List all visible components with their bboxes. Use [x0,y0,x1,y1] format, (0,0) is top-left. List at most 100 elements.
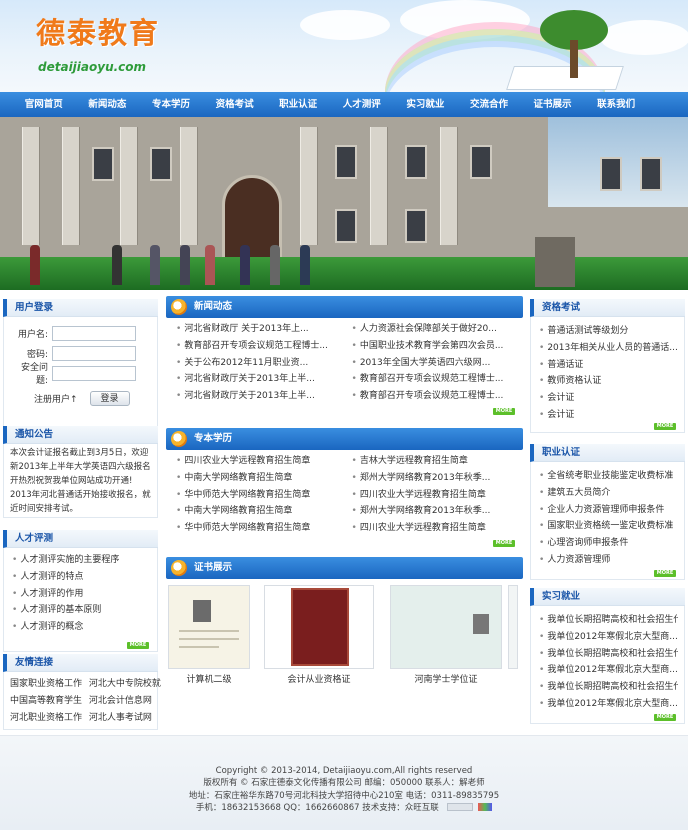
list-item[interactable]: 普通话证 [537,357,678,374]
text-line [179,630,239,632]
news-item[interactable]: 教育部召开专项会议规范工程博士... [350,388,518,405]
list-item[interactable]: 我单位长期招聘高校和社会招生代... [537,679,678,696]
news-item[interactable]: 中国职业技术教育学会第四次会员... [350,338,518,355]
nav-news[interactable]: 新闻动态 [76,92,140,117]
news-title: 新闻动态 [194,301,233,312]
certificate-card[interactable]: 河南学士学位证 [390,585,502,691]
news-item[interactable]: 教育部召开专项会议规范工程博士... [174,338,342,355]
nav-home[interactable]: 官网首页 [12,92,76,117]
username-input[interactable] [52,325,136,341]
news-item[interactable]: 河北省财政厅关于2013年上半... [174,388,342,405]
degree-item[interactable]: 中南大学网络教育招生简章 [174,470,342,487]
list-item[interactable]: 企业人力资源管理师申报条件 [537,502,678,519]
news-item[interactable]: 河北省财政厅 关于2013年上... [174,321,342,338]
list-item[interactable]: 会计证 [537,390,678,407]
list-item[interactable]: 建筑五大员简介 [537,485,678,502]
more-button[interactable]: MORE [493,540,515,547]
list-item[interactable]: 人力资源管理师 [537,552,678,569]
degree-item[interactable]: 华中师范大学网络教育招生简章 [174,487,342,504]
nav-certification[interactable]: 职业认证 [266,92,330,117]
degree-item[interactable]: 四川农业大学远程教育招生简章 [174,453,342,470]
degree-item[interactable]: 四川农业大学远程教育招生简章 [350,487,518,504]
news-item[interactable]: 人力资源社会保障部关于做好20... [350,321,518,338]
degree-item[interactable]: 中南大学网络教育招生简章 [174,503,342,520]
stats-badge[interactable] [478,803,493,812]
list-item[interactable]: 人才测评的基本原则 [10,602,151,619]
nav-talent[interactable]: 人才测评 [330,92,394,117]
security-question-input[interactable] [52,365,136,381]
list-item[interactable]: 我单位2012年寒假北京大型商... [537,629,678,646]
nav-cooperation[interactable]: 交流合作 [457,92,521,117]
list-item[interactable]: 我单位2012年寒假北京大型商... [537,696,678,713]
degree-item[interactable]: 郑州大学网络教育2013年秋季... [350,470,518,487]
more-button[interactable]: MORE [654,570,676,577]
more-button[interactable]: MORE [493,408,515,415]
degree-item[interactable]: 四川农业大学远程教育招生简章 [350,520,518,537]
cloud-decoration [600,20,688,55]
building-column [180,127,198,245]
list-item[interactable]: 人才测评的作用 [10,586,151,603]
degree-item[interactable]: 华中师范大学网络教育招生简章 [174,520,342,537]
building-column [22,127,40,245]
news-item[interactable]: 关于公布2012年11月职业资... [174,355,342,372]
list-item[interactable]: 普通话测试等级划分 [537,323,678,340]
list-item[interactable]: 我单位长期招聘高校和社会招生代... [537,612,678,629]
register-link[interactable]: 注册用户↑ [34,392,78,405]
list-item[interactable]: 国家职业资格统一鉴定收费标准 [537,518,678,535]
list-item[interactable]: 会计证 [537,407,678,424]
login-form: 用户名: 密码: 安全问题: 注册用户↑ 登录 [3,317,158,429]
list-item[interactable]: 心理咨询师申报条件 [537,535,678,552]
friend-link[interactable]: 国家职业资格工作 [10,679,82,689]
nav-contact[interactable]: 联系我们 [584,92,648,117]
links-row: 中国高等教育学生 河北会计信息网 [10,693,152,710]
nav-degree[interactable]: 专本学历 [139,92,203,117]
jobs-title: 实习就业 [530,588,685,606]
friend-links-title: 友情连接 [3,654,158,672]
more-button[interactable]: MORE [654,423,676,430]
notice-body: 本次会计证报名截止到3月5日，欢迎新2013年上半年大学英语四六级报名开热烈祝贺… [3,444,158,518]
certificate-card-partial[interactable] [508,585,518,669]
watermark-shape [399,626,459,648]
list-item[interactable]: 人才测评的概念 [10,619,151,636]
person-figure [150,245,160,285]
friend-link[interactable]: 中国高等教育学生 [10,696,82,706]
section-icon [171,299,187,315]
list-item[interactable]: 我单位长期招聘高校和社会招生代... [537,646,678,663]
more-button[interactable]: MORE [127,642,149,649]
list-item[interactable]: 教师资格认证 [537,373,678,390]
links-row: 河北职业资格工作 河北人事考试网 [10,710,152,727]
news-item[interactable]: 河北省财政厅关于2013年上半... [174,371,342,388]
friend-link[interactable]: 河北大中专院校就 [89,679,161,689]
address-info: 地址：石家庄裕华东路70号河北科技大学招待中心210室 电话：0311-8983… [188,790,500,801]
friend-link[interactable]: 河北会计信息网 [89,696,152,706]
certificate-image [168,585,250,669]
username-label: 用户名: [17,329,48,340]
more-button[interactable]: MORE [654,714,676,721]
degree-item[interactable]: 吉林大学远程教育招生简章 [350,453,518,470]
list-item[interactable]: 我单位2012年寒假北京大型商... [537,662,678,679]
friend-link[interactable]: 河北人事考试网 [89,713,152,723]
nav-exams[interactable]: 资格考试 [203,92,267,117]
degree-item[interactable]: 郑州大学网络教育2013年秋季... [350,503,518,520]
nav-jobs[interactable]: 实习就业 [394,92,458,117]
list-item[interactable]: 人才测评实施的主要程序 [10,552,151,569]
news-item[interactable]: 2013年全国大学英语四六级网... [350,355,518,372]
text-line [179,646,219,648]
login-button[interactable]: 登录 [89,390,130,406]
certificate-card[interactable]: 计算机二级 [168,585,250,691]
list-item[interactable]: 人才测评的特点 [10,569,151,586]
section-icon [171,560,187,576]
campus-banner [0,117,688,290]
site-logo[interactable]: 德泰教育 [36,10,160,52]
certificate-card[interactable]: 会计从业资格证 [264,585,374,691]
password-input[interactable] [52,345,136,361]
degree-bar: 专本学历 [166,428,523,450]
news-item[interactable]: 教育部召开专项会议规范工程博士... [350,371,518,388]
list-item[interactable]: 全省统考职业技能鉴定收费标准 [537,468,678,485]
nav-certificates[interactable]: 证书展示 [521,92,585,117]
cnzz-badge[interactable] [447,803,474,812]
list-item[interactable]: 2013年相关从业人员的普通话... [537,340,678,357]
friend-link[interactable]: 河北职业资格工作 [10,713,82,723]
degree-section: 专本学历 四川农业大学远程教育招生简章 中南大学网络教育招生简章 华中师范大学网… [166,428,523,547]
news-list: 河北省财政厅 关于2013年上... 教育部召开专项会议规范工程博士... 关于… [166,318,523,415]
